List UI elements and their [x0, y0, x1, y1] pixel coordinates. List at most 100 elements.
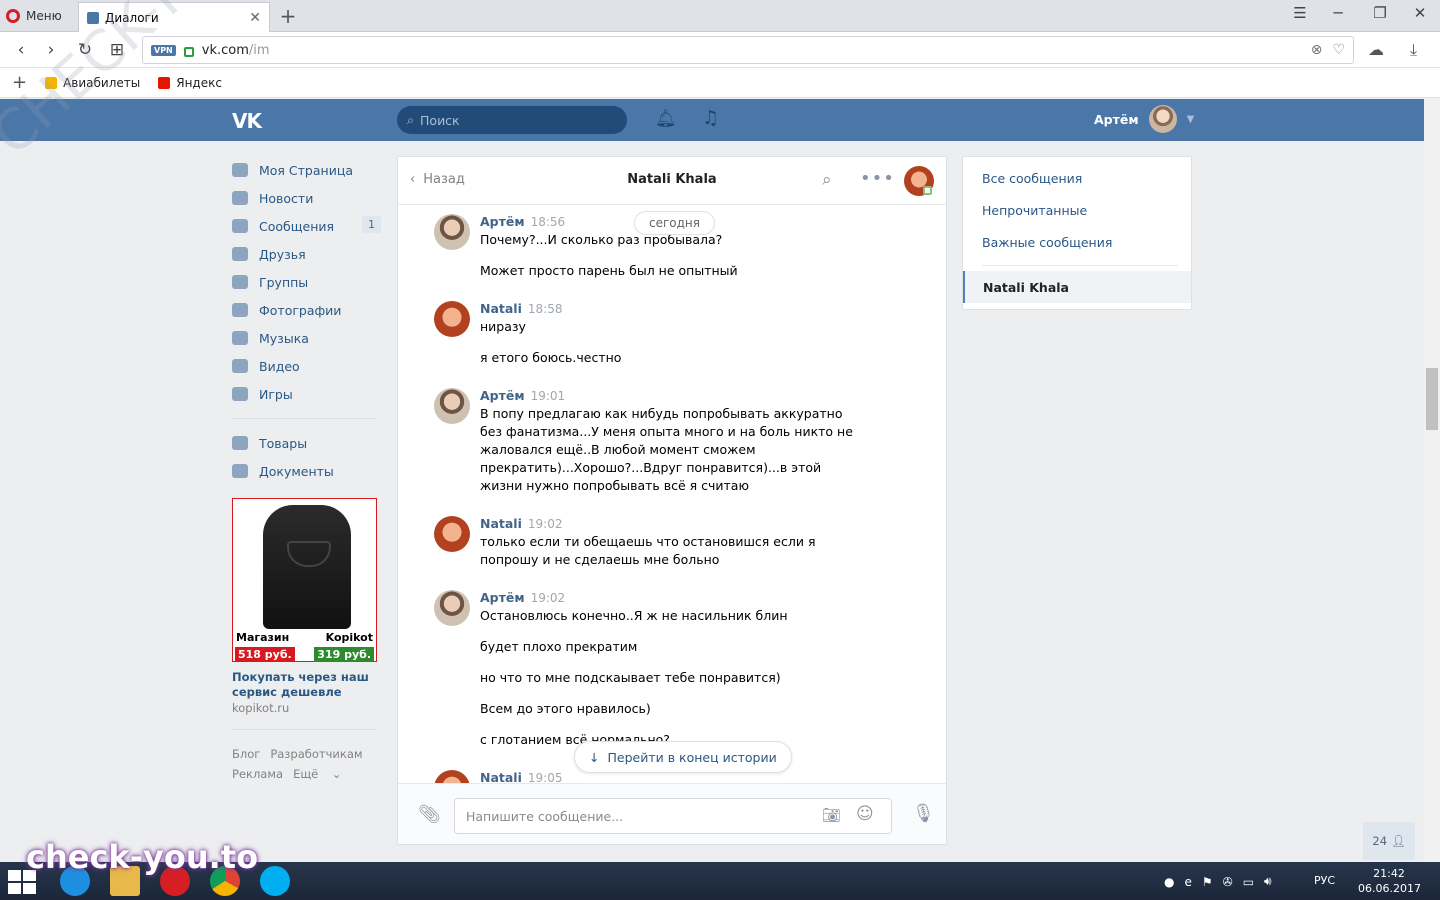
adblock-icon[interactable]: ⊗ [1311, 42, 1323, 58]
message-author[interactable]: Natali 19:05 [480, 770, 562, 783]
avatar[interactable] [434, 214, 470, 250]
message-author[interactable]: Артём 18:56 [480, 214, 565, 229]
opera-menu-button[interactable]: Меню [6, 6, 62, 26]
footer-more-link[interactable]: Ещё ⌄ [293, 767, 341, 781]
avatar[interactable] [434, 301, 470, 337]
ad-title-link[interactable]: Покупать через наш сервис дешевле [232, 670, 377, 700]
url-field[interactable]: VPN vk.com/im ⊗ ♡ [142, 36, 1354, 64]
skype-icon[interactable] [260, 866, 290, 896]
paperclip-icon[interactable]: 📎︎ [418, 804, 441, 825]
ad-price-shop: 518 руб. [235, 647, 295, 662]
news-icon [232, 191, 248, 205]
back-nav-icon[interactable]: ‹ [10, 39, 32, 61]
avatar[interactable] [434, 590, 470, 626]
flag-icon[interactable]: ⚑ [1202, 875, 1213, 889]
tray-ie-icon[interactable]: e [1184, 875, 1191, 889]
sidebar-item-groups[interactable]: Группы [232, 268, 382, 296]
bookmark-aviabilety[interactable]: Авиабилеты [45, 76, 140, 90]
search-input[interactable]: ⌕ Поиск [397, 106, 627, 134]
speed-dial-icon[interactable]: ⊞ [106, 39, 128, 61]
sidebar-item-photos[interactable]: Фотографии [232, 296, 382, 324]
ad-price-kopikot: 319 руб. [314, 647, 374, 662]
vpn-extension-icon[interactable]: ☁ [1368, 40, 1384, 59]
sidebar-item-games[interactable]: Игры [232, 380, 382, 408]
language-indicator[interactable]: РУС [1314, 874, 1335, 887]
emoji-icon[interactable]: ☺ [856, 804, 874, 824]
footer-ads-link[interactable]: Реклама [232, 767, 283, 781]
volume-icon[interactable]: 🔊︎ [1264, 874, 1272, 889]
sidebar-item-friends[interactable]: Друзья [232, 240, 382, 268]
video-icon [232, 359, 248, 373]
system-clock[interactable]: 21:42 06.06.2017 [1358, 866, 1421, 896]
bag-icon [232, 436, 248, 450]
new-tab-button[interactable]: + [278, 4, 298, 28]
network-icon[interactable]: ▭ [1243, 875, 1254, 889]
reload-icon[interactable]: ↻ [74, 39, 96, 61]
music-icon [232, 331, 248, 345]
filter-unread[interactable]: Непрочитанные [982, 203, 1087, 218]
microphone-icon[interactable]: 🎙︎ [912, 803, 935, 824]
download-icon[interactable]: ⤓ [1410, 40, 1417, 60]
camera-icon [232, 303, 248, 317]
close-window-button[interactable]: ✕ [1404, 4, 1436, 26]
sidebar-item-my-page[interactable]: Моя Страница [232, 156, 382, 184]
filter-all-messages[interactable]: Все сообщения [982, 171, 1082, 186]
user-menu[interactable]: Артём ▼ [1094, 105, 1194, 133]
secure-lock-icon[interactable] [183, 47, 194, 57]
page-scrollbar[interactable] [1424, 99, 1440, 862]
opera-menu-label: Меню [26, 9, 62, 23]
message-time: 18:58 [527, 302, 563, 316]
avatar[interactable] [434, 516, 470, 552]
user-name: Артём [1094, 111, 1139, 127]
sidebar-item-label: Документы [259, 463, 334, 479]
scroll-to-end-button[interactable]: ↓ Перейти в конец истории [574, 741, 792, 773]
message-author[interactable]: Natali 19:02 [480, 516, 562, 531]
search-icon[interactable]: ⌕ [822, 170, 832, 190]
message-time: 19:01 [530, 389, 566, 403]
vk-logo[interactable]: VK [232, 109, 262, 133]
divider [982, 265, 1178, 266]
ad-banner[interactable]: Магазин Kopikot 518 руб. 319 руб. [232, 498, 377, 662]
bookmark-yandex[interactable]: Яндекс [158, 76, 222, 90]
add-bookmark-icon[interactable]: + [12, 72, 27, 93]
music-player-icon[interactable]: ♫ [702, 107, 719, 129]
user-icon: 👤︎ [1391, 834, 1406, 848]
tab-menu-icon[interactable]: ☰ [1284, 4, 1316, 26]
camera-icon[interactable]: 📷︎ [822, 806, 841, 824]
tools-icon[interactable]: ✇ [1223, 875, 1233, 889]
online-friends-button[interactable]: 24 👤︎ [1363, 822, 1415, 860]
restore-button[interactable]: ❐ [1364, 4, 1396, 26]
message-author[interactable]: Артём 19:01 [480, 388, 565, 403]
sidebar-item-messages[interactable]: Сообщения 1 [232, 212, 382, 240]
more-icon[interactable]: ••• [860, 168, 895, 189]
sidebar-item-label: Товары [259, 435, 308, 451]
tray-app-icon[interactable]: ● [1164, 875, 1174, 889]
sidebar-item-music[interactable]: Музыка [232, 324, 382, 352]
footer-developers-link[interactable]: Разработчикам [270, 747, 362, 761]
tab-close-icon[interactable]: ✕ [249, 10, 261, 26]
message-text: Всем до этого нравилось) [480, 701, 651, 716]
sidebar-item-goods[interactable]: Товары [232, 429, 382, 457]
message-text: Может просто парень был не опытный [480, 263, 738, 278]
message-author[interactable]: Артём 19:02 [480, 590, 565, 605]
message-filters: Все сообщения Непрочитанные Важные сообщ… [962, 156, 1192, 310]
filter-active-conversation[interactable]: Natali Khala [963, 271, 1191, 303]
avatar[interactable] [434, 388, 470, 424]
message-author[interactable]: Natali 18:58 [480, 301, 562, 316]
message-history[interactable]: сегодня Артём 18:56 Почему?...И сколько р… [398, 206, 946, 783]
footer-blog-link[interactable]: Блог [232, 747, 260, 761]
groups-icon [232, 275, 248, 289]
sidebar-item-video[interactable]: Видео [232, 352, 382, 380]
browser-tab-dialogs[interactable]: Диалоги ✕ [78, 2, 270, 32]
notifications-bell-icon[interactable]: 🔔︎ [655, 109, 677, 129]
scrollbar-thumb[interactable] [1426, 368, 1438, 430]
sidebar-item-news[interactable]: Новости [232, 184, 382, 212]
vpn-badge[interactable]: VPN [151, 44, 176, 56]
avatar[interactable] [434, 770, 470, 783]
sidebar-item-documents[interactable]: Документы [232, 457, 382, 485]
forward-nav-icon[interactable]: › [40, 39, 62, 61]
minimize-button[interactable]: ─ [1322, 4, 1354, 26]
filter-important[interactable]: Важные сообщения [982, 235, 1112, 250]
heart-bookmark-icon[interactable]: ♡ [1332, 42, 1345, 58]
message-input-placeholder: Напишите сообщение... [466, 808, 624, 824]
